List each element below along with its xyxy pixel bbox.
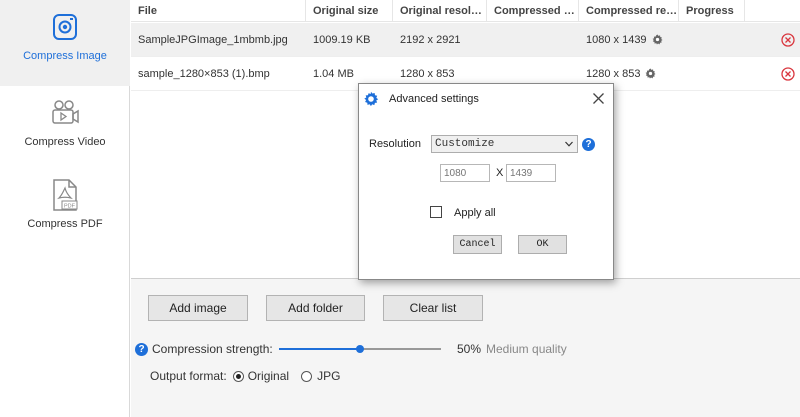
delete-icon[interactable] [781,32,795,47]
file-name: sample_1280×853 (1).bmp [138,67,270,80]
delete-icon[interactable] [781,66,795,81]
settings-gear-icon [364,91,379,107]
add-folder-button[interactable]: Add folder [266,295,365,321]
pdf-file-icon: PDF [48,178,82,212]
slider-fill [279,348,360,350]
output-format-row: Output format: Original JPG [150,369,340,383]
compressed-resolution-cell: 1080 x 1439 [579,34,679,46]
quality-label: Medium quality [486,342,567,356]
column-header-original-size[interactable]: Original size [306,0,393,22]
sidebar-item-compress-video[interactable]: Compress Video [0,96,130,166]
help-icon[interactable]: ? [135,342,148,356]
radio-jpg[interactable] [301,370,313,382]
column-header-compressed-resolution[interactable]: Compressed reso... [579,0,679,22]
compressed-resolution: 1280 x 853 [586,67,641,80]
column-header-actions [745,0,800,22]
bottom-panel: Add image Add folder Clear list ? Compre… [131,278,800,417]
sidebar-item-compress-pdf[interactable]: PDF Compress PDF [0,178,130,240]
radio-original-label[interactable]: Original [248,369,289,383]
sidebar-item-label: Compress PDF [27,218,103,230]
apply-all-label[interactable]: Apply all [454,207,496,219]
radio-jpg-label[interactable]: JPG [317,369,340,383]
original-resolution: 2192 x 2921 [400,33,461,46]
sidebar-item-label: Compress Image [23,50,107,62]
height-input[interactable] [506,164,556,182]
svg-text:PDF: PDF [64,204,76,210]
original-size: 1009.19 KB [313,33,371,46]
compression-strength-slider[interactable] [279,345,441,353]
compression-strength-row: ? Compression strength: [135,341,273,357]
cancel-button[interactable]: Cancel [453,235,502,254]
resolution-dropdown[interactable]: Customize [431,135,578,153]
resolution-value: Customize [435,138,495,150]
column-header-original-resolution[interactable]: Original resolution [393,0,487,22]
chevron-down-icon [565,141,573,147]
compressed-resolution-cell: 1280 x 853 [579,68,679,80]
gear-icon[interactable] [645,68,656,79]
original-resolution: 1280 x 853 [400,67,455,80]
table-header: File Original size Original resolution C… [131,0,800,22]
ok-button[interactable]: OK [518,235,567,254]
resolution-label: Resolution [369,138,421,150]
advanced-settings-dialog: Advanced settings Resolution Customize ?… [358,83,614,280]
slider-thumb[interactable] [356,345,364,353]
width-input[interactable] [440,164,490,182]
output-format-label: Output format: [150,369,227,383]
camera-icon [48,10,82,44]
compression-strength-label: Compression strength: [152,342,273,356]
apply-all-checkbox[interactable] [430,206,442,218]
radio-selected-dot [235,373,241,379]
compressed-resolution: 1080 x 1439 [586,33,647,46]
sidebar-item-label: Compress Video [24,136,106,148]
table-row[interactable]: SampleJPGImage_1mbmb.jpg 1009.19 KB 2192… [131,23,800,57]
gear-icon[interactable] [652,34,663,45]
column-header-file[interactable]: File [131,0,306,22]
resolution-help-icon[interactable]: ? [582,138,595,151]
compression-percent: 50% [457,342,482,356]
video-camera-icon [48,96,82,130]
delete-cell [745,66,800,81]
original-size: 1.04 MB [313,67,354,80]
radio-original[interactable] [232,370,244,382]
sidebar: Compress Image Compress Video PDF Compre… [0,0,130,417]
close-icon[interactable] [592,92,605,105]
clear-list-button[interactable]: Clear list [383,295,483,321]
dialog-title: Advanced settings [389,93,479,105]
delete-cell [745,32,800,47]
dialog-title-bar: Advanced settings [359,84,613,114]
add-image-button[interactable]: Add image [148,295,248,321]
file-name: SampleJPGImage_1mbmb.jpg [138,33,288,46]
column-header-progress[interactable]: Progress [679,0,745,22]
column-header-compressed-size[interactable]: Compressed s... [487,0,579,22]
dimension-separator: X [496,167,504,179]
sidebar-item-compress-image[interactable]: Compress Image [0,0,130,86]
